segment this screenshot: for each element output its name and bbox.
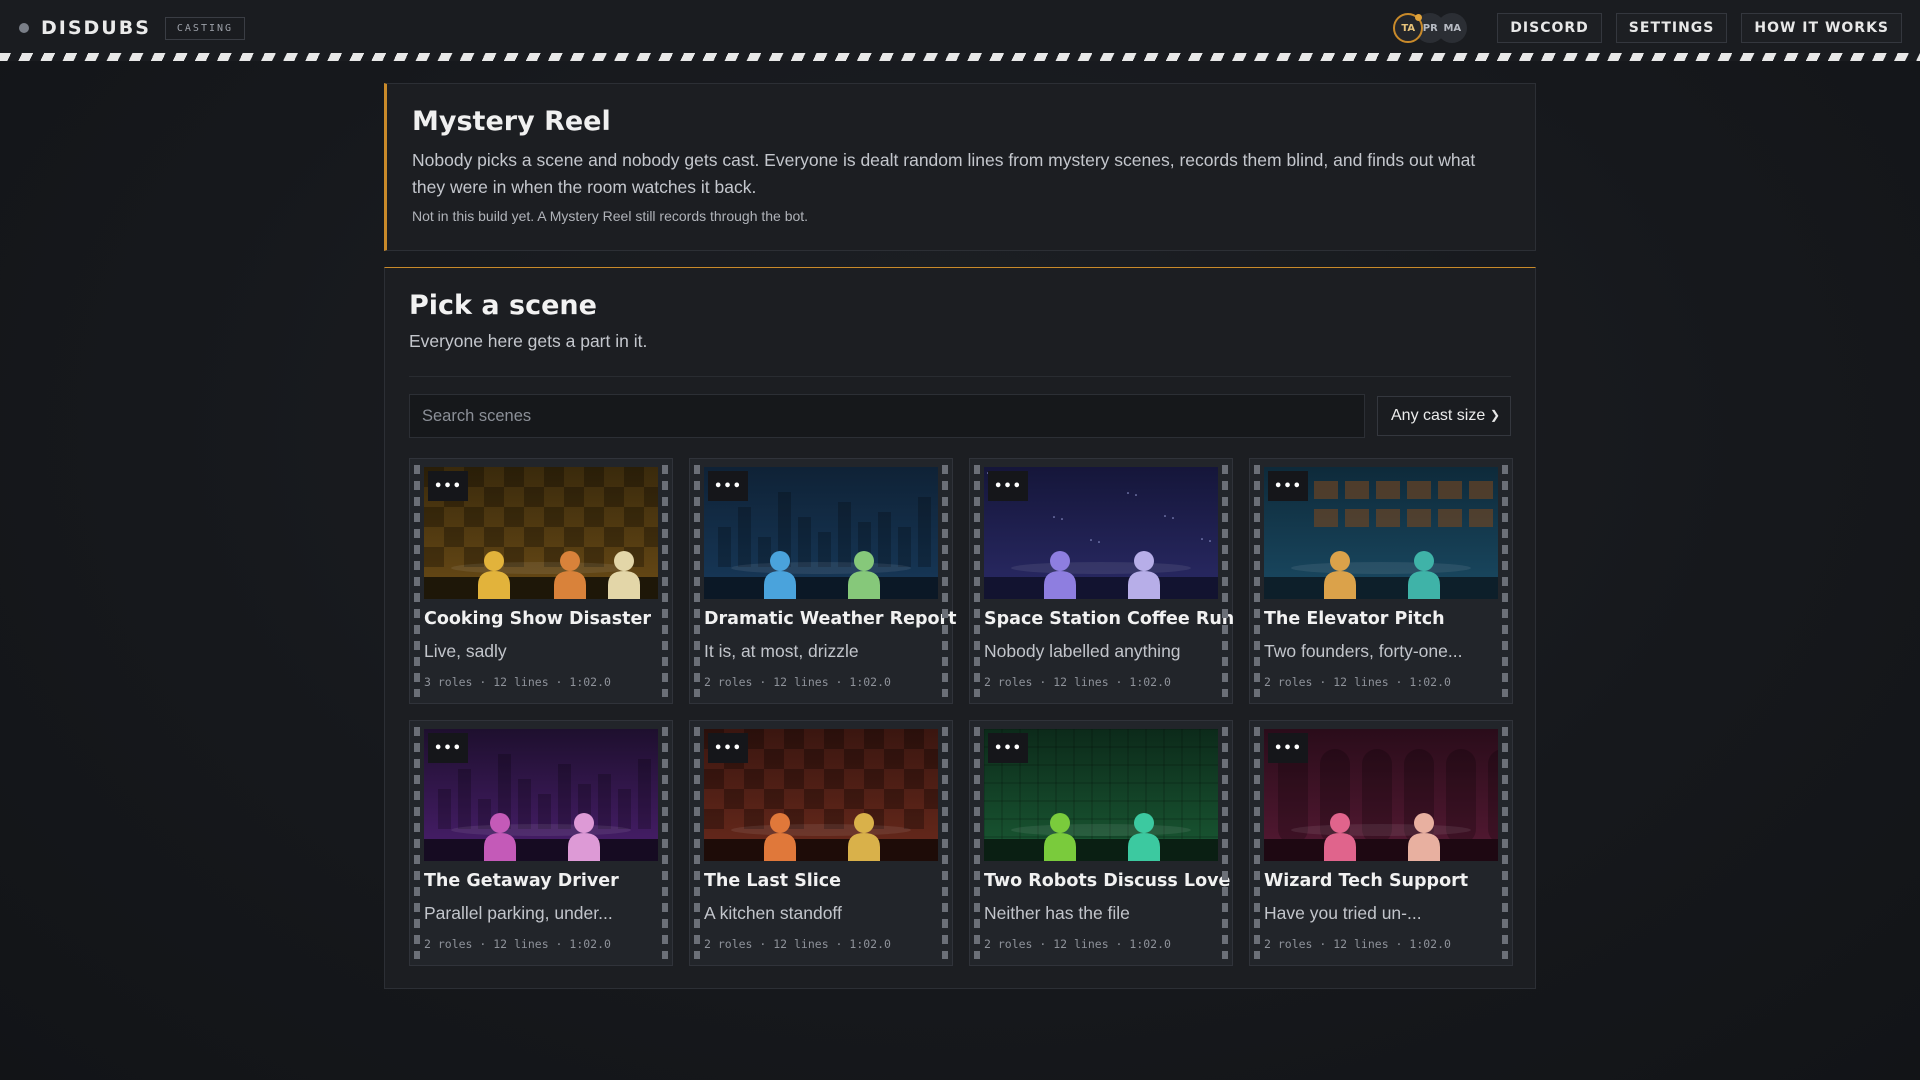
scene-card[interactable]: ••• Space Station Coffee Run Nobody labell… <box>969 458 1235 704</box>
brand-name: DISDUBS <box>41 17 151 39</box>
scene-meta: 2 roles · 12 lines · 1:02.0 <box>984 675 1171 689</box>
scene-title: Wizard Tech Support <box>1264 871 1469 891</box>
scene-meta: 2 roles · 12 lines · 1:02.0 <box>1264 937 1451 951</box>
search-input[interactable] <box>409 394 1365 438</box>
brand[interactable]: DISDUBS CASTING <box>19 16 246 40</box>
mystery-reel-title: Mystery Reel <box>412 106 611 137</box>
cast-size-value: Any cast size <box>1391 407 1486 424</box>
scene-meta: 2 roles · 12 lines · 1:02.0 <box>704 937 891 951</box>
scene-title: Dramatic Weather Report <box>704 609 957 629</box>
chevron-down-icon: ❯ <box>1489 408 1500 422</box>
scene-tagline: Have you tried un-... <box>1264 903 1422 923</box>
scene-meta: 3 roles · 12 lines · 1:02.0 <box>424 675 611 689</box>
scene-title: Space Station Coffee Run <box>984 609 1235 629</box>
top-bar: DISDUBS CASTING TA PR MA DISCORD SETTING… <box>0 0 1920 56</box>
scene-meta: 2 roles · 12 lines · 1:02.0 <box>1264 675 1451 689</box>
search-row: Any cast size ❯ <box>409 394 1511 438</box>
page-title: Pick a scene <box>409 290 597 321</box>
scene-picker-panel: Pick a scene Everyone here gets a part i… <box>384 267 1536 989</box>
mystery-reel-description: Nobody picks a scene and nobody gets cas… <box>412 150 1476 197</box>
avatar[interactable]: MA <box>1437 13 1468 43</box>
more-options-button[interactable]: ••• <box>428 733 468 763</box>
scene-card[interactable]: ••• Two Robots Discuss Love Neither has th… <box>969 720 1233 966</box>
more-options-button[interactable]: ••• <box>428 471 468 501</box>
scene-card[interactable]: ••• The Last Slice A kitchen standoff 2 rol… <box>689 720 953 966</box>
scene-title: The Getaway Driver <box>424 871 619 891</box>
scene-card[interactable]: ••• Dramatic Weather Report It is, at most… <box>689 458 957 704</box>
participant-avatars: TA PR MA <box>1393 13 1468 43</box>
scene-title: The Elevator Pitch <box>1264 609 1445 629</box>
more-options-button[interactable]: ••• <box>988 733 1028 763</box>
more-options-button[interactable]: ••• <box>708 471 748 501</box>
scene-card[interactable]: ••• Cooking Show Disaster Live, sadly 3 rol… <box>409 458 673 704</box>
scene-tagline: A kitchen standoff <box>704 903 842 923</box>
settings-button[interactable]: SETTINGS <box>1615 13 1728 43</box>
casting-badge: CASTING <box>164 16 246 40</box>
more-options-button[interactable]: ••• <box>708 733 748 763</box>
scene-tagline: Nobody labelled anything <box>984 641 1181 661</box>
scene-meta: 2 roles · 12 lines · 1:02.0 <box>704 675 891 689</box>
scene-tagline: Two founders, forty-one... <box>1264 641 1463 661</box>
scene-meta: 2 roles · 12 lines · 1:02.0 <box>424 937 611 951</box>
discord-button[interactable]: DISCORD <box>1497 13 1602 43</box>
scene-meta: 2 roles · 12 lines · 1:02.0 <box>984 937 1171 951</box>
more-options-button[interactable]: ••• <box>1268 471 1308 501</box>
mystery-reel-note: Not in this build yet. A Mystery Reel st… <box>412 208 809 224</box>
scene-tagline: Live, sadly <box>424 641 507 661</box>
scene-tagline: It is, at most, drizzle <box>704 641 859 661</box>
page-subtitle: Everyone here gets a part in it. <box>409 331 648 351</box>
how-it-works-button[interactable]: HOW IT WORKS <box>1741 13 1902 43</box>
scene-card[interactable]: ••• Wizard Tech Support Have you tried un-… <box>1249 720 1513 966</box>
cast-size-select[interactable]: Any cast size ❯ <box>1377 396 1511 436</box>
scene-title: Two Robots Discuss Love <box>984 871 1231 891</box>
scene-title: Cooking Show Disaster <box>424 609 651 629</box>
status-dot-icon <box>19 23 29 33</box>
scene-tagline: Parallel parking, under... <box>424 903 613 923</box>
divider <box>409 376 1511 377</box>
mystery-reel-panel: Mystery Reel Nobody picks a scene and no… <box>384 83 1536 251</box>
scene-card[interactable]: ••• The Elevator Pitch Two founders, forty… <box>1249 458 1513 704</box>
scene-tagline: Neither has the file <box>984 903 1130 923</box>
more-options-button[interactable]: ••• <box>1268 733 1308 763</box>
hazard-stripe-divider <box>0 53 1920 61</box>
scene-title: The Last Slice <box>704 871 842 891</box>
more-options-button[interactable]: ••• <box>988 471 1028 501</box>
scene-card[interactable]: ••• The Getaway Driver Parallel parking, u… <box>409 720 673 966</box>
top-right-controls: TA PR MA DISCORD SETTINGS HOW IT WORKS <box>1393 13 1902 43</box>
